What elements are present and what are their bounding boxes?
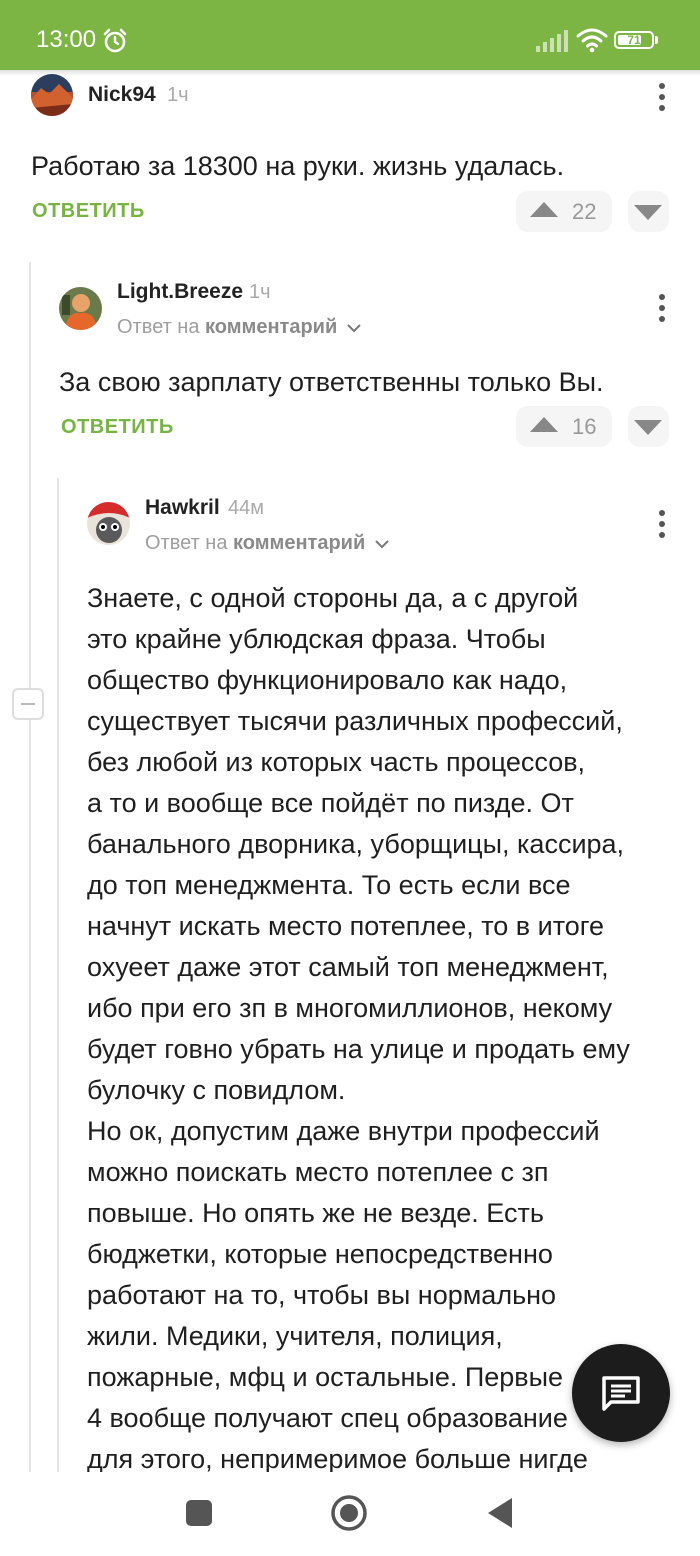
reply-button[interactable]: ОТВЕТИТЬ [61,416,174,439]
comment-time: 1ч [249,281,271,303]
nav-recents-icon[interactable] [185,1499,213,1527]
downvote-icon [634,205,662,220]
reply-to[interactable]: Ответ на комментарий [117,316,361,339]
nav-back-icon[interactable] [486,1497,514,1529]
username[interactable]: Nick94 [88,83,156,107]
comment-text: Знаете, с одной стороны да, а с другой эт… [87,578,687,1480]
more-vert-icon[interactable] [658,83,666,116]
reply-to-prefix: Ответ на [117,316,200,338]
navigation-bar [0,1472,700,1556]
alarm-icon [103,28,127,53]
comment-text-line: бюджетки, которые непосредственно [87,1239,553,1269]
comment-text-line: будет говно убрать на улице и продать ем… [87,1034,630,1064]
comment-text: За свою зарплату ответственны только Вы. [59,367,604,397]
header-shadow [0,70,700,76]
reply-to-target: комментарий [205,316,338,338]
username[interactable]: Hawkril [145,496,220,520]
upvote-button[interactable]: 16 [516,406,612,447]
thread-line [29,262,31,1472]
comment-text-line: повыше. Но опять же не везде. Есть [87,1198,544,1228]
comment-text-line: общество функционировало как надо, [87,665,568,695]
comment-fab[interactable] [572,1344,670,1442]
comment-text-line: работают на то, чтобы вы нормально [87,1280,557,1310]
comment-fab-icon [602,1376,640,1411]
reply-to-prefix: Ответ на [145,532,228,554]
reply-to[interactable]: Ответ на комментарий [145,532,389,555]
reply-button[interactable]: ОТВЕТИТЬ [32,200,145,223]
vote-count: 16 [572,414,597,439]
comment-text-line: а то и вообще все пойдёт по пизде. От [87,788,574,818]
battery-icon: 71 [614,31,654,49]
avatar[interactable] [31,74,73,116]
wifi-icon [576,28,608,53]
comment-text-line: Но ок, допустим даже внутри профессий [87,1116,600,1146]
comment-text-line: существует тысячи различных профессий, [87,706,623,736]
comment-text-line: без любой из которых часть процессов, [87,747,586,777]
status-time: 13:00 [36,26,97,53]
avatar[interactable] [59,287,102,330]
collapse-icon[interactable] [12,688,44,720]
comment-text-line: охуеет даже этот самый топ менеджмент, [87,952,609,982]
comment-text-line: можно поискать место потеплее с зп [87,1157,549,1187]
comment-text-line: банального дворника, уборщицы, кассира, [87,829,625,859]
more-vert-icon[interactable] [658,510,666,543]
downvote-button[interactable] [628,406,669,447]
chevron-down-icon [347,324,361,333]
comment-text: Работаю за 18300 на руки. жизнь удалась. [31,151,565,181]
comment-text-line: это крайне ублюдская фраза. Чтобы [87,624,546,654]
chevron-down-icon [375,540,389,549]
comment-text-line: булочку с повидлом. [87,1075,346,1105]
comment-text-line: до топ менеджмента. То есть если все [87,870,571,900]
comment-text-line: начнут искать место потеплее, то в итоге [87,911,605,941]
thread-line [57,478,59,1472]
comment-text-line: ибо при его зп в многомиллионов, некому [87,993,613,1023]
vote-count: 22 [572,199,597,224]
nav-home-icon[interactable] [330,1494,368,1532]
comment-time: 44м [228,497,264,519]
reply-to-target: комментарий [233,532,366,554]
upvote-icon [530,202,558,217]
username[interactable]: Light.Breeze [117,280,243,304]
comment-time: 1ч [167,84,189,106]
battery-text: 71 [627,33,641,47]
comment-text-line: Знаете, с одной стороны да, а с другой [87,583,579,613]
upvote-icon [530,417,558,432]
more-vert-icon[interactable] [658,294,666,327]
status-bar: 13:00 71 [0,0,700,70]
signal-icon [536,30,568,52]
downvote-button[interactable] [628,191,669,232]
downvote-icon [634,420,662,435]
battery-tip [655,36,658,44]
avatar[interactable] [87,502,130,545]
upvote-button[interactable]: 22 [516,191,612,232]
